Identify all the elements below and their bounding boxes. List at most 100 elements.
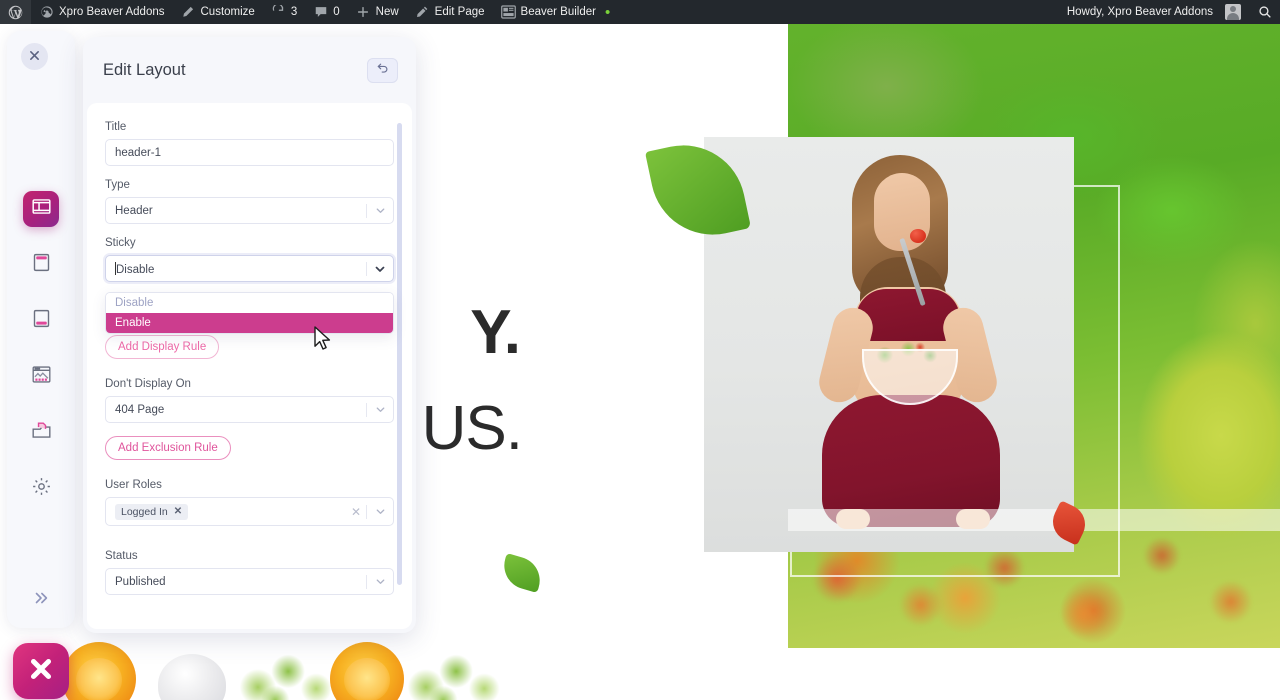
chevron-down-icon[interactable] bbox=[369, 198, 391, 223]
chevron-down-icon[interactable] bbox=[369, 256, 391, 281]
chevron-down-icon[interactable] bbox=[369, 499, 391, 524]
gear-icon bbox=[31, 476, 52, 502]
lettuce-icon bbox=[232, 644, 340, 700]
edit-page-label: Edit Page bbox=[434, 6, 485, 18]
sidebar-item-archive[interactable] bbox=[23, 359, 59, 395]
builder-status-dot: • bbox=[604, 3, 611, 21]
field-add-exclusion-rule: Add Exclusion Rule bbox=[105, 436, 394, 460]
folder-icon bbox=[31, 420, 52, 446]
xpro-logo-icon bbox=[26, 654, 56, 689]
field-dont-display-on: Don't Display On 404 Page bbox=[105, 378, 394, 423]
dashboard-icon bbox=[39, 5, 54, 20]
user-roles-tags: Logged In ✕ bbox=[115, 503, 348, 520]
sidebar-item-header[interactable] bbox=[23, 247, 59, 283]
user-roles-multiselect[interactable]: Logged In ✕ ✕ bbox=[105, 497, 394, 526]
sticky-dropdown[interactable]: Disable Enable bbox=[105, 292, 394, 334]
panel-scrollbar-thumb[interactable] bbox=[397, 123, 402, 585]
sidebar-item-layout[interactable] bbox=[23, 191, 59, 227]
undo-arrow-icon bbox=[376, 61, 390, 80]
type-select[interactable]: Header bbox=[105, 197, 394, 224]
sidebar-item-settings[interactable] bbox=[23, 471, 59, 507]
avatar bbox=[1225, 4, 1241, 20]
comments-count: 0 bbox=[333, 6, 340, 18]
page-title: Edit Layout bbox=[103, 60, 186, 79]
back-button[interactable] bbox=[367, 57, 398, 83]
dont-display-on-label: Don't Display On bbox=[105, 378, 191, 390]
howdy-label: Howdy, Xpro Beaver Addons bbox=[1066, 6, 1213, 18]
status-value: Published bbox=[115, 575, 166, 588]
field-type: Type Header bbox=[105, 179, 394, 224]
pencil-icon bbox=[181, 5, 196, 20]
headline-line-2: US. bbox=[421, 394, 523, 463]
garlic-icon bbox=[158, 654, 226, 700]
sidebar-item-footer[interactable] bbox=[23, 303, 59, 339]
footer-icon bbox=[31, 308, 52, 334]
add-display-rule-button[interactable]: Add Display Rule bbox=[105, 335, 220, 359]
dont-display-on-select[interactable]: 404 Page bbox=[105, 396, 394, 423]
tag-remove-icon[interactable]: ✕ bbox=[174, 506, 182, 517]
beaver-builder-label: Beaver Builder bbox=[520, 6, 596, 18]
add-exclusion-rule-button[interactable]: Add Exclusion Rule bbox=[105, 436, 231, 460]
chevron-down-icon[interactable] bbox=[369, 569, 391, 594]
customize-button[interactable]: Customize bbox=[173, 0, 263, 24]
title-input[interactable]: header-1 bbox=[105, 139, 394, 166]
site-name-label: Xpro Beaver Addons bbox=[59, 6, 165, 18]
sticky-option-enable[interactable]: Enable bbox=[106, 313, 393, 333]
wordpress-logo-icon bbox=[8, 5, 23, 20]
chevron-down-icon[interactable] bbox=[369, 397, 391, 422]
wp-logo-button[interactable] bbox=[0, 0, 31, 24]
lettuce-icon bbox=[400, 644, 508, 700]
archive-page-icon bbox=[31, 364, 52, 390]
comments-icon bbox=[313, 5, 328, 20]
close-panel-button[interactable] bbox=[21, 43, 48, 70]
user-roles-label: User Roles bbox=[105, 479, 162, 491]
new-content-button[interactable]: New bbox=[348, 0, 407, 24]
field-user-roles: User Roles Logged In ✕ ✕ bbox=[105, 479, 394, 526]
sticky-select[interactable]: Disable bbox=[105, 255, 394, 282]
field-add-display-rule: Add Display Rule bbox=[105, 335, 394, 359]
layout-icon bbox=[31, 196, 52, 222]
edit-layout-panel[interactable]: Edit Layout Title header-1 Type Header S… bbox=[83, 37, 416, 633]
edit-page-button[interactable]: Edit Page bbox=[407, 0, 493, 24]
model-figure bbox=[704, 137, 1074, 552]
sidebar-item-library[interactable] bbox=[23, 415, 59, 451]
panel-header: Edit Layout bbox=[83, 37, 416, 103]
headline-line-1: Y. bbox=[470, 298, 521, 367]
sticky-option-disable[interactable]: Disable bbox=[106, 293, 393, 313]
builder-icon bbox=[500, 5, 516, 20]
site-name-menu[interactable]: Xpro Beaver Addons bbox=[31, 0, 173, 24]
chevron-double-right-icon bbox=[32, 591, 50, 610]
new-label: New bbox=[375, 6, 399, 18]
wp-admin-bar[interactable]: Xpro Beaver Addons Customize 3 0 New Edi… bbox=[0, 0, 1280, 24]
sticky-value: Disable bbox=[115, 261, 155, 276]
xpro-logo-button[interactable] bbox=[13, 643, 69, 699]
xpro-sidebar-rail[interactable] bbox=[7, 31, 75, 628]
edit-icon bbox=[415, 5, 430, 20]
tag-label: Logged In bbox=[121, 505, 168, 518]
tomato-slice-icon bbox=[330, 642, 404, 700]
vegetable-strip bbox=[0, 628, 788, 700]
field-title: Title header-1 bbox=[105, 121, 394, 166]
admin-search-button[interactable] bbox=[1249, 0, 1280, 24]
title-value: header-1 bbox=[115, 146, 162, 159]
panel-scrollbar-track[interactable] bbox=[397, 113, 407, 619]
status-label: Status bbox=[105, 550, 138, 562]
search-icon bbox=[1257, 5, 1272, 20]
panel-form: Title header-1 Type Header Sticky Disabl… bbox=[87, 103, 412, 629]
beaver-builder-button[interactable]: Beaver Builder • bbox=[493, 0, 619, 24]
clear-icon[interactable]: ✕ bbox=[348, 505, 364, 519]
type-label: Type bbox=[105, 179, 130, 191]
my-account-menu[interactable]: Howdy, Xpro Beaver Addons bbox=[1059, 0, 1249, 24]
sticky-label: Sticky bbox=[105, 237, 136, 249]
status-select[interactable]: Published bbox=[105, 568, 394, 595]
close-icon bbox=[29, 48, 40, 66]
comments-button[interactable]: 0 bbox=[305, 0, 347, 24]
title-label: Title bbox=[105, 121, 127, 133]
updates-icon bbox=[271, 5, 286, 20]
type-value: Header bbox=[115, 204, 153, 217]
expand-rail-button[interactable] bbox=[7, 591, 75, 610]
updates-button[interactable]: 3 bbox=[263, 0, 305, 24]
tag-logged-in[interactable]: Logged In ✕ bbox=[115, 503, 189, 520]
dont-display-on-value: 404 Page bbox=[115, 403, 165, 416]
field-sticky: Sticky Disable Disable Enable bbox=[105, 237, 394, 334]
